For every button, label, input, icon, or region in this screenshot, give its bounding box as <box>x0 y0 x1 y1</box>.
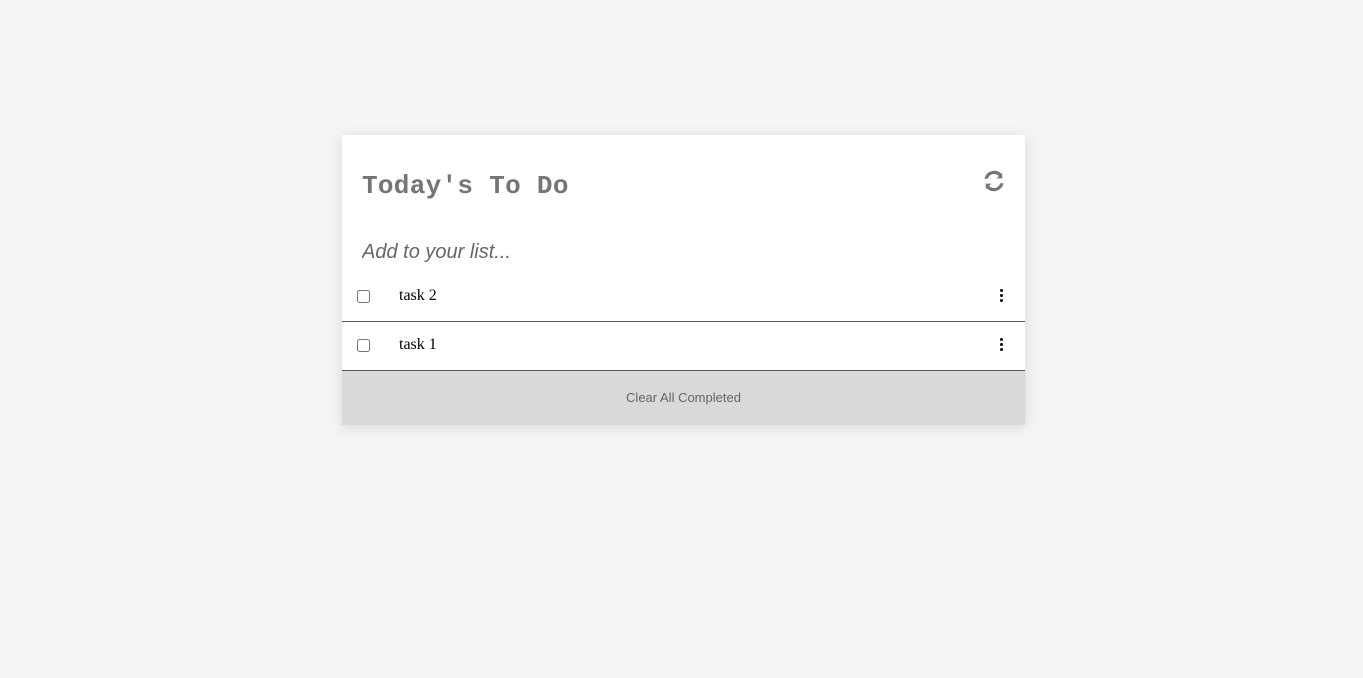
page-title: Today's To Do <box>362 171 569 201</box>
add-task-input[interactable] <box>362 237 1002 267</box>
card-footer: Clear All Completed <box>342 371 1025 425</box>
task-label: task 2 <box>399 287 437 304</box>
task-checkbox[interactable] <box>357 290 370 303</box>
task-list: task 2 task 1 <box>342 273 1025 371</box>
task-row: task 2 <box>342 273 1025 322</box>
task-checkbox[interactable] <box>357 339 370 352</box>
clear-completed-button[interactable]: Clear All Completed <box>342 371 1025 425</box>
task-menu-button[interactable] <box>997 289 1005 303</box>
task-label: task 1 <box>399 336 437 353</box>
task-menu-button[interactable] <box>997 338 1005 352</box>
card-header: Today's To Do <box>342 135 1025 233</box>
todo-card: Today's To Do task 2 task 1 <box>342 135 1025 425</box>
refresh-icon <box>984 170 1004 192</box>
task-row: task 1 <box>342 322 1025 371</box>
refresh-button[interactable] <box>981 168 1007 194</box>
